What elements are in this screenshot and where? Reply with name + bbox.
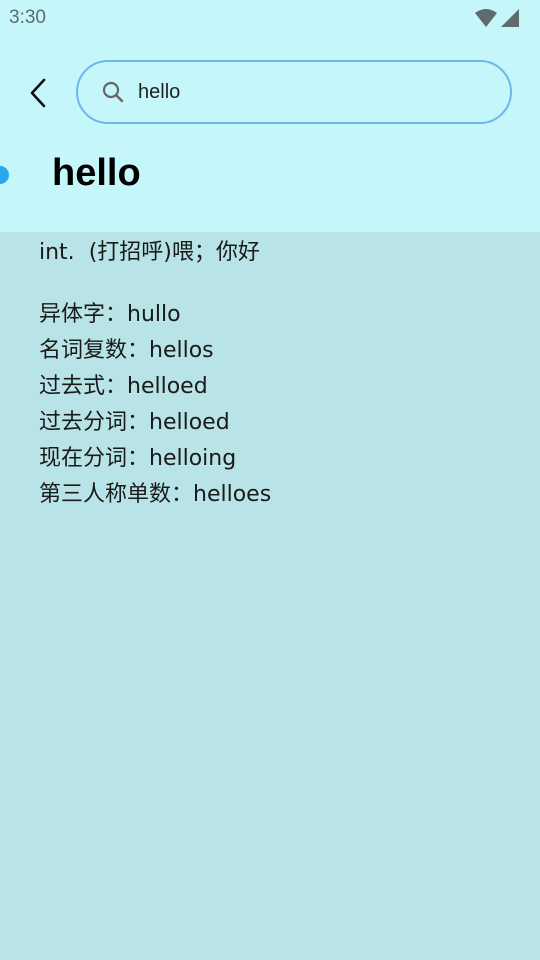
wifi-icon: [475, 9, 497, 27]
status-icons: [474, 8, 520, 28]
search-box[interactable]: [76, 60, 512, 124]
form-label: 第三人称单数：: [39, 482, 194, 507]
form-value: helloed: [149, 410, 230, 435]
form-row-present-participle: 现在分词：helloing: [39, 441, 519, 477]
app-header: 3:30 hello: [0, 0, 540, 232]
part-of-speech: int.: [39, 240, 75, 265]
chevron-left-icon: [30, 78, 46, 108]
back-button[interactable]: [20, 72, 56, 114]
form-value: hellos: [149, 338, 214, 363]
form-row-past-participle: 过去分词：helloed: [39, 405, 519, 441]
form-label: 过去式：: [39, 374, 128, 399]
signal-icon: [501, 9, 519, 27]
status-time: 3:30: [9, 7, 46, 28]
form-row-variant: 异体字：hullo: [39, 297, 519, 333]
form-label: 异体字：: [39, 302, 128, 327]
form-label: 过去分词：: [39, 410, 150, 435]
search-icon: [100, 79, 126, 105]
status-bar: 3:30: [0, 0, 540, 36]
form-row-past-tense: 过去式：helloed: [39, 369, 519, 405]
definition-row: int. (打招呼)喂；你好: [39, 235, 519, 271]
search-input[interactable]: [136, 79, 480, 105]
entry-content: int. (打招呼)喂；你好 异体字：hullo 名词复数：hellos 过去式：…: [39, 232, 519, 513]
form-row-plural: 名词复数：hellos: [39, 333, 519, 369]
indicator-dot: [0, 166, 9, 184]
form-label: 现在分词：: [39, 446, 150, 471]
form-value: helloes: [193, 482, 272, 507]
word-title: hello: [52, 152, 141, 194]
word-forms: 异体字：hullo 名词复数：hellos 过去式：helloed 过去分词：h…: [39, 297, 519, 513]
definition-meaning: (打招呼)喂；你好: [88, 240, 260, 265]
form-value: helloed: [127, 374, 208, 399]
form-row-third-person: 第三人称单数：helloes: [39, 477, 519, 513]
form-label: 名词复数：: [39, 338, 150, 363]
form-value: helloing: [149, 446, 237, 471]
form-value: hullo: [127, 302, 181, 327]
